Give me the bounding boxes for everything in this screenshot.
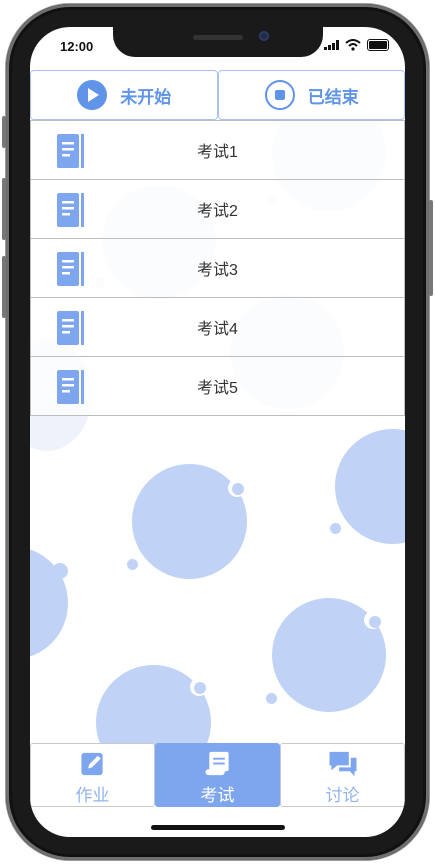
bg-dot bbox=[52, 563, 68, 579]
notch bbox=[113, 27, 323, 57]
speaker-grille bbox=[193, 35, 243, 40]
exam-list-item[interactable]: 考试3 bbox=[30, 238, 405, 298]
chat-icon bbox=[329, 751, 356, 777]
exam-list-item[interactable]: 考试1 bbox=[30, 120, 405, 180]
status-icons bbox=[324, 39, 389, 51]
exam-list-item[interactable]: 考试2 bbox=[30, 179, 405, 239]
nav-item-discussion[interactable]: 讨论 bbox=[280, 743, 405, 807]
bottom-nav: 作业 考试 讨论 bbox=[30, 743, 405, 807]
front-camera bbox=[259, 31, 269, 41]
exam-list-item[interactable]: 考试4 bbox=[30, 297, 405, 357]
document-icon bbox=[57, 134, 84, 168]
exam-title: 考试4 bbox=[197, 321, 238, 338]
phone-screen: 12:00 未开始 已结束 考试1 考试2 考试3 考试4 考试5 作业 考试 … bbox=[30, 27, 405, 837]
exam-title: 考试3 bbox=[197, 262, 238, 279]
exam-list-item[interactable]: 考试5 bbox=[30, 356, 405, 416]
home-indicator[interactable] bbox=[151, 825, 285, 830]
battery-icon bbox=[367, 39, 389, 51]
edit-icon bbox=[80, 752, 103, 776]
bg-bubble bbox=[335, 429, 405, 544]
tab-ended[interactable]: 已结束 bbox=[217, 70, 405, 120]
signal-icon bbox=[324, 40, 339, 50]
exam-list: 考试1 考试2 考试3 考试4 考试5 bbox=[30, 120, 405, 416]
document-icon bbox=[57, 311, 84, 345]
scroll-icon bbox=[204, 751, 229, 776]
bg-dot bbox=[232, 483, 244, 495]
exam-title: 考试1 bbox=[197, 144, 238, 161]
exam-title: 考试5 bbox=[197, 380, 238, 397]
play-circle-icon bbox=[77, 80, 108, 110]
stop-circle-icon bbox=[264, 80, 295, 110]
tab-label: 已结束 bbox=[307, 87, 359, 107]
status-time: 12:00 bbox=[60, 39, 94, 54]
exam-title: 考试2 bbox=[197, 203, 238, 220]
volume-up-button bbox=[2, 178, 6, 240]
power-button bbox=[429, 200, 433, 296]
tab-not-started[interactable]: 未开始 bbox=[30, 70, 218, 120]
nav-label: 考试 bbox=[200, 786, 235, 805]
document-icon bbox=[57, 370, 84, 404]
volume-down-button bbox=[2, 256, 6, 318]
bg-dot bbox=[369, 616, 381, 628]
bg-dot bbox=[266, 693, 277, 704]
bg-dot bbox=[127, 559, 138, 570]
bg-dot bbox=[194, 682, 206, 694]
nav-item-homework[interactable]: 作业 bbox=[30, 743, 155, 807]
wifi-icon bbox=[345, 39, 361, 51]
exam-status-tabs: 未开始 已结束 bbox=[30, 70, 405, 120]
document-icon bbox=[57, 252, 84, 286]
tab-label: 未开始 bbox=[120, 87, 172, 107]
document-icon bbox=[57, 193, 84, 227]
nav-label: 作业 bbox=[75, 786, 110, 805]
nav-item-exam[interactable]: 考试 bbox=[155, 743, 280, 807]
bg-dot bbox=[330, 523, 341, 534]
mute-switch bbox=[2, 116, 6, 148]
nav-label: 讨论 bbox=[325, 786, 360, 805]
